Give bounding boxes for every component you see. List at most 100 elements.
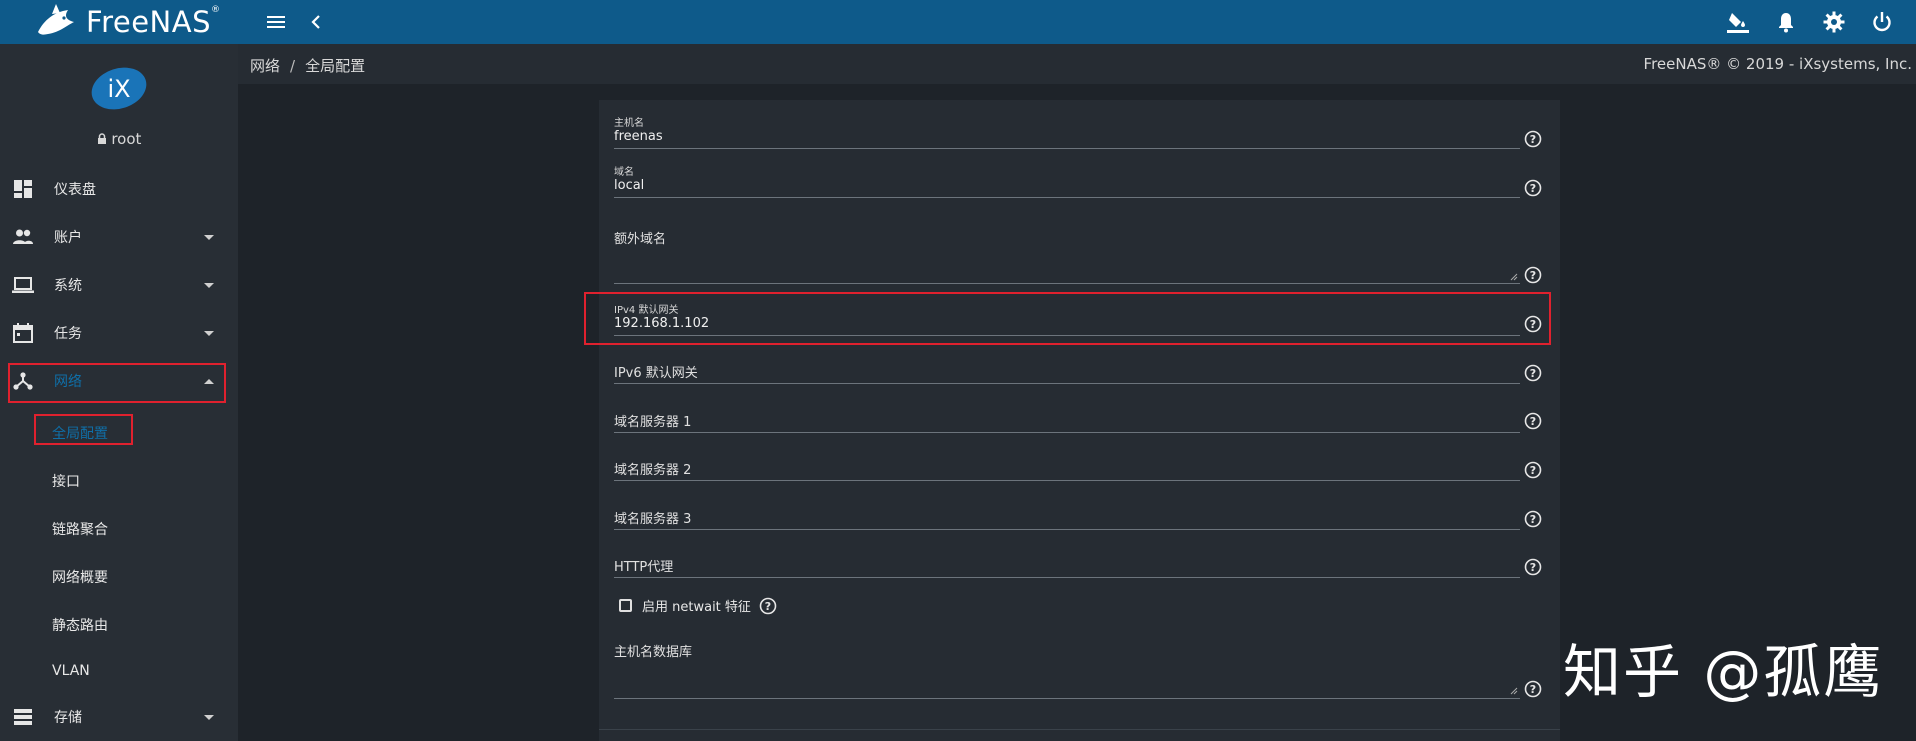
- sidebar-item-label: 存储: [54, 710, 82, 726]
- chevron-down-icon: [204, 282, 214, 288]
- sidebar-item-tasks[interactable]: 任务: [0, 311, 238, 355]
- field-underline: [614, 529, 1520, 530]
- svg-text:?: ?: [1530, 269, 1536, 282]
- svg-text:?: ?: [1530, 133, 1536, 146]
- highlight-box-ipv4-gateway: [584, 292, 1551, 345]
- help-icon[interactable]: ?: [1524, 558, 1542, 576]
- help-icon[interactable]: ?: [1524, 680, 1542, 698]
- sidebar: iX root 仪表盘 账户 系统 任务 网络 全局配置 接口 链路聚合 网络概…: [0, 44, 238, 741]
- sidebar-item-label: 任务: [54, 326, 82, 342]
- breadcrumb: 网络 / 全局配置: [250, 55, 365, 76]
- menu-icon[interactable]: [264, 10, 288, 34]
- field-underline: [614, 148, 1520, 149]
- breadcrumb-bar: 网络 / 全局配置 FreeNAS® © 2019 - iXsystems, Inc…: [238, 44, 1916, 84]
- sidebar-subitem-interfaces[interactable]: 接口: [52, 471, 80, 491]
- field-underline: [614, 577, 1520, 578]
- resize-handle-icon[interactable]: [1509, 686, 1518, 695]
- logo-text: FreeNAS: [86, 5, 211, 39]
- netwait-checkbox-row[interactable]: 启用 netwait 特征 ?: [619, 596, 777, 615]
- bell-icon[interactable]: [1774, 10, 1798, 34]
- help-icon[interactable]: ?: [1524, 179, 1542, 197]
- breadcrumb-separator: /: [290, 57, 296, 75]
- sidebar-item-system[interactable]: 系统: [0, 263, 238, 307]
- ipv6-gateway-field[interactable]: IPv6 默认网关: [614, 362, 1520, 384]
- sidebar-item-label: 仪表盘: [54, 182, 96, 198]
- sidebar-item-accounts[interactable]: 账户: [0, 215, 238, 259]
- domain-value[interactable]: local: [614, 178, 644, 193]
- additional-domains-textarea[interactable]: 额外域名: [614, 228, 1520, 284]
- help-icon[interactable]: ?: [1524, 461, 1542, 479]
- netwait-checkbox[interactable]: [619, 599, 632, 612]
- help-icon[interactable]: ?: [1524, 364, 1542, 382]
- sidebar-subitem-link-aggregation[interactable]: 链路聚合: [52, 519, 108, 539]
- svg-text:?: ?: [1530, 683, 1536, 696]
- sidebar-item-label: 系统: [54, 278, 82, 294]
- nameserver3-placeholder: 域名服务器 3: [614, 512, 692, 527]
- nameserver2-placeholder: 域名服务器 2: [614, 463, 692, 478]
- help-icon[interactable]: ?: [1524, 412, 1542, 430]
- svg-text:?: ?: [1530, 513, 1536, 526]
- hosts-database-placeholder: 主机名数据库: [614, 645, 693, 660]
- dashboard-icon: [14, 180, 32, 198]
- nameserver2-field[interactable]: 域名服务器 2: [614, 459, 1520, 481]
- people-icon: [13, 229, 33, 244]
- domain-field[interactable]: 域名 local: [614, 163, 1520, 199]
- svg-text:?: ?: [1530, 464, 1536, 477]
- help-icon[interactable]: ?: [1524, 510, 1542, 528]
- form-divider: [599, 729, 1560, 730]
- paint-bucket-icon[interactable]: [1726, 10, 1750, 34]
- domain-label: 域名: [614, 167, 634, 178]
- sidebar-subitem-static-routes[interactable]: 静态路由: [52, 615, 108, 635]
- hostname-field[interactable]: 主机名 freenas: [614, 114, 1520, 150]
- sidebar-item-storage[interactable]: 存储: [0, 695, 238, 739]
- http-proxy-field[interactable]: HTTP代理: [614, 556, 1520, 578]
- chevron-down-icon: [204, 714, 214, 720]
- avatar-text: iX: [107, 75, 130, 103]
- svg-text:?: ?: [1530, 561, 1536, 574]
- svg-text:?: ?: [1530, 182, 1536, 195]
- help-icon[interactable]: ?: [1524, 130, 1542, 148]
- svg-text:?: ?: [1530, 415, 1536, 428]
- watermark: 知乎 @孤鹰: [1563, 638, 1884, 706]
- nameserver3-field[interactable]: 域名服务器 3: [614, 508, 1520, 530]
- sidebar-item-label: 账户: [54, 230, 82, 246]
- chevron-down-icon: [204, 234, 214, 240]
- logo-registered-mark: ®: [210, 5, 221, 15]
- user-row[interactable]: root: [0, 130, 238, 148]
- ipv6-gateway-placeholder: IPv6 默认网关: [614, 366, 698, 381]
- hostname-value[interactable]: freenas: [614, 129, 663, 144]
- copyright-text: FreeNAS® © 2019 - iXsystems, Inc.: [1643, 55, 1912, 73]
- ixsystems-avatar: iX: [91, 67, 147, 110]
- top-bar: FreeNAS®: [0, 0, 1916, 44]
- netwait-label: 启用 netwait 特征: [642, 600, 751, 615]
- global-config-form: 主机名 freenas ? 域名 local ? 额外域名 ? IPv4 默认网…: [584, 100, 1560, 741]
- chevron-left-icon[interactable]: [304, 10, 328, 34]
- resize-handle-icon[interactable]: [1509, 272, 1518, 281]
- field-underline: [614, 283, 1520, 284]
- nameserver1-field[interactable]: 域名服务器 1: [614, 411, 1520, 433]
- highlight-box-global-config: [34, 414, 133, 445]
- sidebar-item-dashboard[interactable]: 仪表盘: [0, 167, 238, 211]
- http-proxy-placeholder: HTTP代理: [614, 560, 674, 575]
- breadcrumb-root[interactable]: 网络: [250, 57, 280, 75]
- field-underline: [614, 383, 1520, 384]
- hosts-database-textarea[interactable]: 主机名数据库: [614, 641, 1520, 699]
- nameserver1-placeholder: 域名服务器 1: [614, 415, 692, 430]
- sidebar-subitem-network-summary[interactable]: 网络概要: [52, 567, 108, 587]
- help-icon[interactable]: ?: [759, 597, 777, 615]
- gear-icon[interactable]: [1822, 10, 1846, 34]
- sidebar-subitem-vlan[interactable]: VLAN: [52, 663, 90, 679]
- additional-domains-placeholder: 额外域名: [614, 232, 667, 247]
- highlight-box-network: [8, 363, 226, 403]
- lock-icon: [97, 133, 106, 144]
- username: root: [111, 130, 142, 148]
- power-icon[interactable]: [1870, 10, 1894, 34]
- freenas-logo[interactable]: FreeNAS®: [34, 0, 220, 44]
- svg-text:?: ?: [1530, 367, 1536, 380]
- help-icon[interactable]: ?: [1524, 266, 1542, 284]
- shark-logo-icon: [38, 4, 74, 35]
- field-underline: [614, 480, 1520, 481]
- chevron-down-icon: [204, 330, 214, 336]
- field-underline: [614, 698, 1520, 699]
- laptop-icon: [12, 277, 34, 293]
